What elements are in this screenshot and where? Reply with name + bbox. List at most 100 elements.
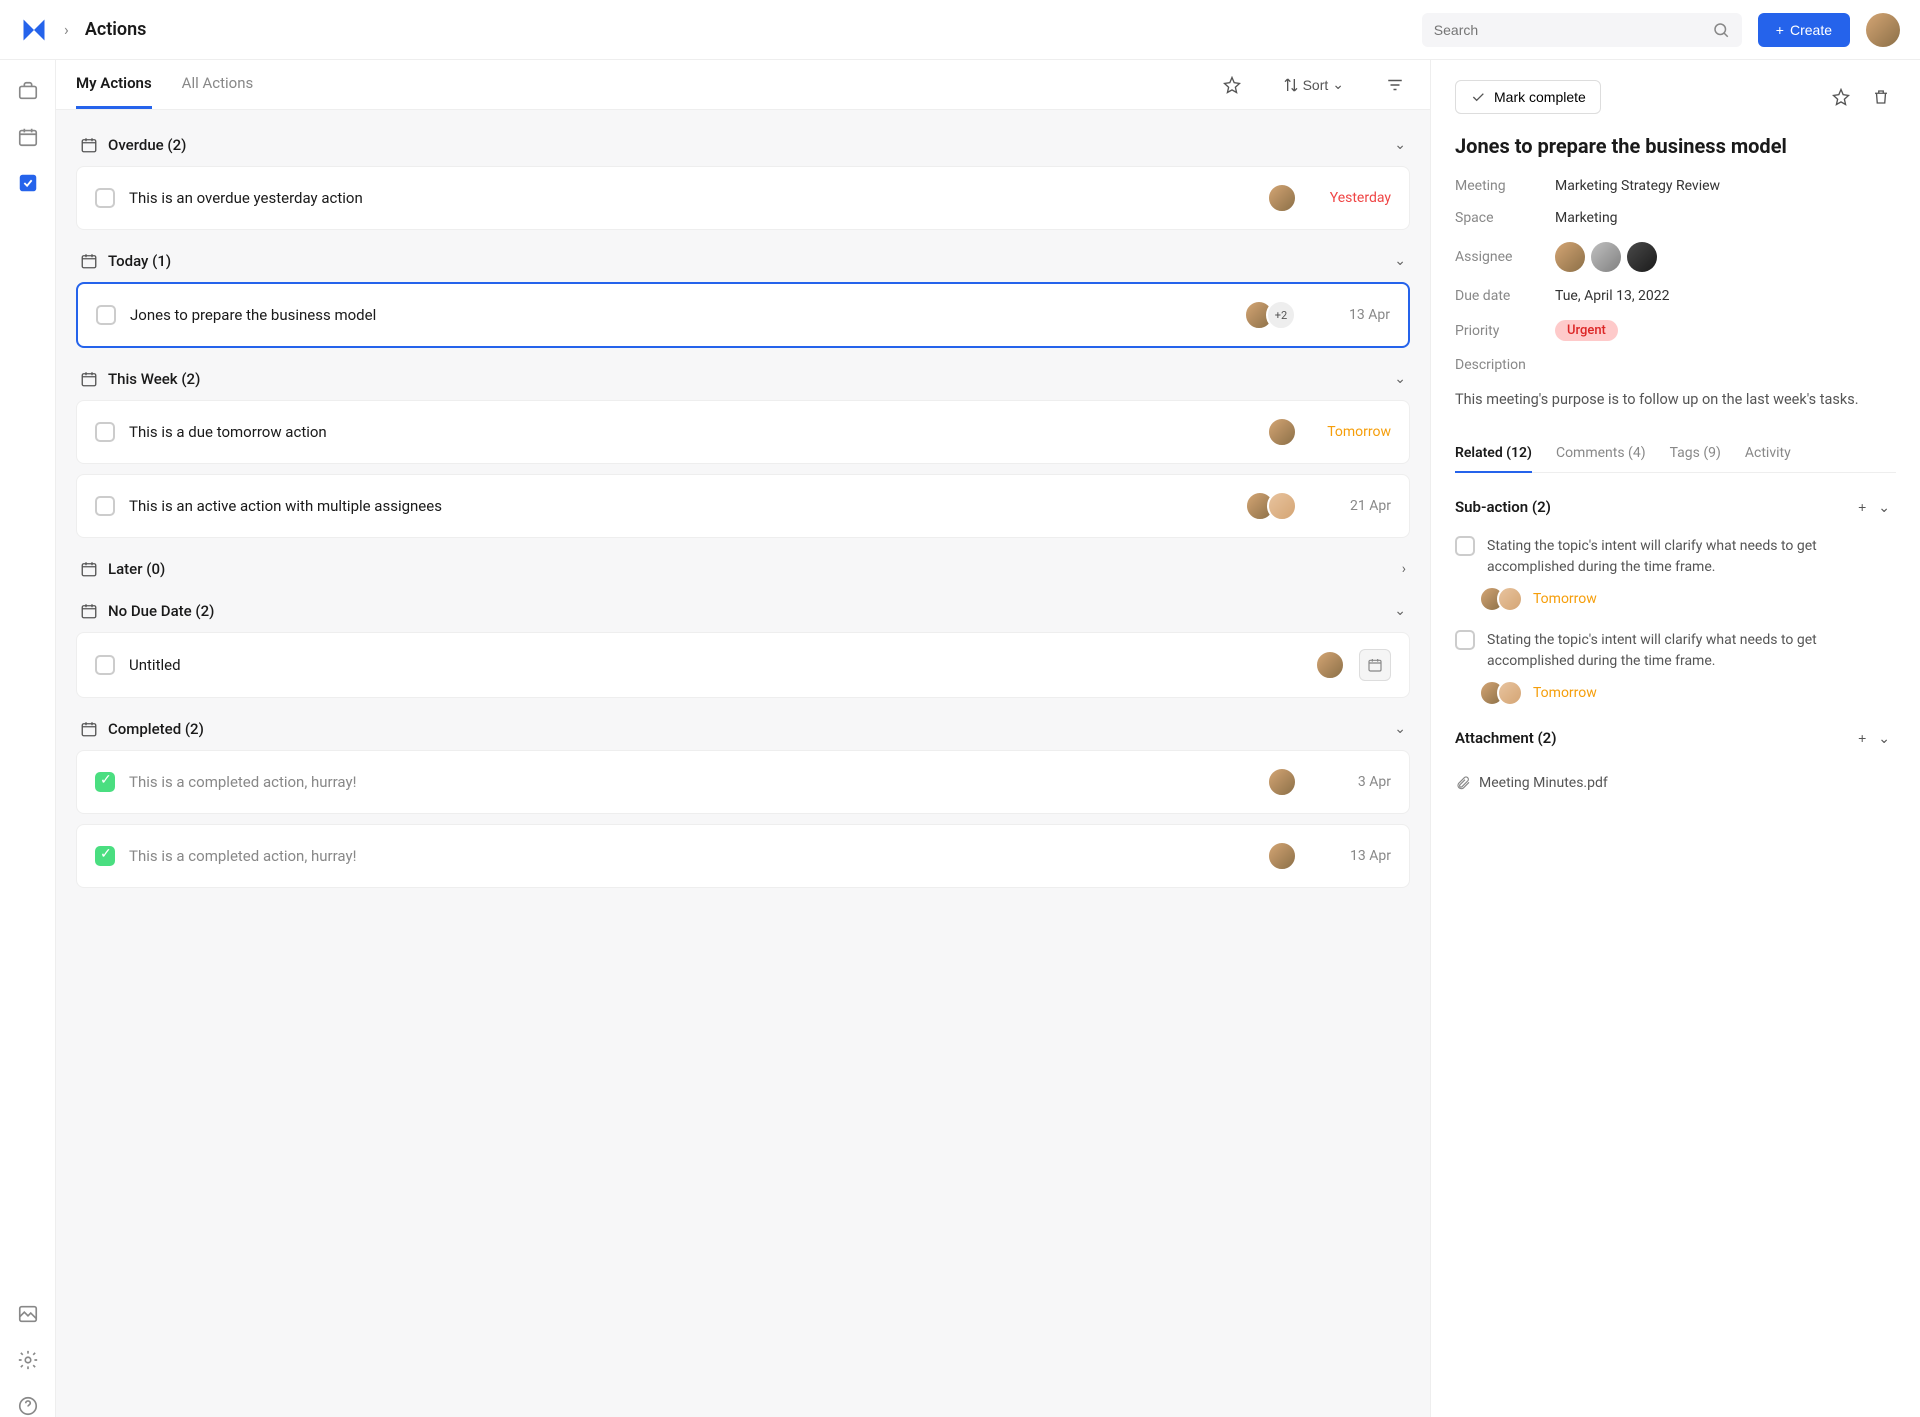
filter-button[interactable] <box>1380 70 1410 100</box>
search-input[interactable] <box>1434 22 1712 38</box>
assignee-avatar <box>1497 680 1523 706</box>
subaction-item[interactable]: Stating the topic's intent will clarify … <box>1455 630 1896 672</box>
action-card[interactable]: This is an active action with multiple a… <box>76 474 1410 538</box>
calendar-icon <box>80 720 98 738</box>
collapse-attachment-button[interactable]: ⌄ <box>1872 724 1896 753</box>
add-subaction-button[interactable]: + <box>1852 493 1872 521</box>
due-date: Yesterday <box>1311 190 1391 206</box>
chevron-down-icon: ⌄ <box>1394 721 1406 737</box>
star-button[interactable] <box>1826 82 1856 112</box>
app-logo[interactable] <box>20 16 48 44</box>
meta-label-space: Space <box>1455 210 1555 226</box>
meta-value-due[interactable]: Tue, April 13, 2022 <box>1555 288 1670 304</box>
calendar-icon <box>80 560 98 578</box>
collapse-subaction-button[interactable]: ⌄ <box>1872 493 1896 522</box>
chevron-right-icon: › <box>1402 561 1406 577</box>
detail-title: Jones to prepare the business model <box>1455 134 1896 158</box>
paperclip-icon <box>1455 775 1471 791</box>
group-completed[interactable]: Completed (2) ⌄ <box>76 708 1410 750</box>
attachment-heading: Attachment (2) <box>1455 729 1557 747</box>
sort-icon <box>1283 77 1299 93</box>
subaction-item[interactable]: Stating the topic's intent will clarify … <box>1455 536 1896 578</box>
star-button[interactable] <box>1217 70 1247 100</box>
meta-value-space[interactable]: Marketing <box>1555 210 1618 226</box>
image-icon[interactable] <box>17 1303 39 1325</box>
group-today[interactable]: Today (1) ⌄ <box>76 240 1410 282</box>
calendar-icon <box>80 602 98 620</box>
due-date: 21 Apr <box>1311 498 1391 514</box>
calendar-icon <box>1367 657 1383 673</box>
tab-tags[interactable]: Tags (9) <box>1670 435 1721 473</box>
calendar-icon[interactable] <box>17 126 39 148</box>
action-title: This is a completed action, hurray! <box>129 847 1261 865</box>
assignee-avatar <box>1315 650 1345 680</box>
assignee-avatar <box>1267 767 1297 797</box>
delete-button[interactable] <box>1866 82 1896 112</box>
action-card[interactable]: This is an overdue yesterday action Yest… <box>76 166 1410 230</box>
meta-label-priority: Priority <box>1455 323 1555 339</box>
set-date-button[interactable] <box>1359 649 1391 681</box>
action-title: Jones to prepare the business model <box>130 306 1238 324</box>
checkbox[interactable] <box>1455 630 1475 650</box>
subaction-text: Stating the topic's intent will clarify … <box>1487 536 1896 578</box>
checkbox[interactable] <box>95 188 115 208</box>
create-button[interactable]: + Create <box>1758 13 1850 47</box>
action-card[interactable]: This is a completed action, hurray! 13 A… <box>76 824 1410 888</box>
action-card[interactable]: Untitled <box>76 632 1410 698</box>
due-date: 13 Apr <box>1311 848 1391 864</box>
group-overdue[interactable]: Overdue (2) ⌄ <box>76 124 1410 166</box>
tab-comments[interactable]: Comments (4) <box>1556 435 1646 473</box>
assignee-avatar[interactable] <box>1591 242 1621 272</box>
group-later[interactable]: Later (0) › <box>76 548 1410 590</box>
gear-icon[interactable] <box>17 1349 39 1371</box>
action-title: This is an active action with multiple a… <box>129 497 1239 515</box>
checkbox-checked[interactable] <box>95 772 115 792</box>
checkbox-checked[interactable] <box>95 846 115 866</box>
mark-complete-button[interactable]: Mark complete <box>1455 80 1601 114</box>
assignee-avatar[interactable] <box>1627 242 1657 272</box>
tab-all-actions[interactable]: All Actions <box>182 60 254 109</box>
checkbox[interactable] <box>95 655 115 675</box>
chevron-down-icon: ⌄ <box>1394 371 1406 387</box>
assignee-avatar[interactable] <box>1555 242 1585 272</box>
checkbox[interactable] <box>95 422 115 442</box>
briefcase-icon[interactable] <box>17 80 39 102</box>
attachment-item[interactable]: Meeting Minutes.pdf <box>1455 767 1896 799</box>
mark-complete-label: Mark complete <box>1494 89 1586 105</box>
group-this-week[interactable]: This Week (2) ⌄ <box>76 358 1410 400</box>
group-no-due-date[interactable]: No Due Date (2) ⌄ <box>76 590 1410 632</box>
add-attachment-button[interactable]: + <box>1852 724 1872 752</box>
action-title: This is a completed action, hurray! <box>129 773 1261 791</box>
priority-badge[interactable]: Urgent <box>1555 320 1618 341</box>
action-title: Untitled <box>129 656 1309 674</box>
action-title: This is an overdue yesterday action <box>129 189 1261 207</box>
action-card-selected[interactable]: Jones to prepare the business model +2 1… <box>76 282 1410 348</box>
tab-activity[interactable]: Activity <box>1745 435 1791 473</box>
group-label: Completed (2) <box>108 720 204 738</box>
tab-related[interactable]: Related (12) <box>1455 435 1532 473</box>
checkbox[interactable] <box>96 305 116 325</box>
description-text: This meeting's purpose is to follow up o… <box>1455 389 1896 411</box>
user-avatar[interactable] <box>1866 13 1900 47</box>
tab-my-actions[interactable]: My Actions <box>76 60 152 109</box>
checkbox-icon[interactable] <box>17 172 39 194</box>
action-card[interactable]: This is a completed action, hurray! 3 Ap… <box>76 750 1410 814</box>
check-icon <box>1470 89 1486 105</box>
assignee-avatar <box>1267 491 1297 521</box>
group-label: This Week (2) <box>108 370 200 388</box>
action-card[interactable]: This is a due tomorrow action Tomorrow <box>76 400 1410 464</box>
star-icon <box>1223 76 1241 94</box>
help-icon[interactable] <box>17 1395 39 1417</box>
search-input-wrapper[interactable] <box>1422 13 1742 47</box>
chevron-down-icon: ⌄ <box>1332 76 1344 93</box>
checkbox[interactable] <box>1455 536 1475 556</box>
group-label: Overdue (2) <box>108 136 186 154</box>
checkbox[interactable] <box>95 496 115 516</box>
meta-label-due: Due date <box>1455 288 1555 304</box>
due-date: 3 Apr <box>1311 774 1391 790</box>
breadcrumb-chevron: › <box>64 20 69 39</box>
meta-value-meeting[interactable]: Marketing Strategy Review <box>1555 178 1720 194</box>
search-icon <box>1712 21 1730 39</box>
group-label: Later (0) <box>108 560 165 578</box>
sort-button[interactable]: Sort ⌄ <box>1277 70 1350 99</box>
